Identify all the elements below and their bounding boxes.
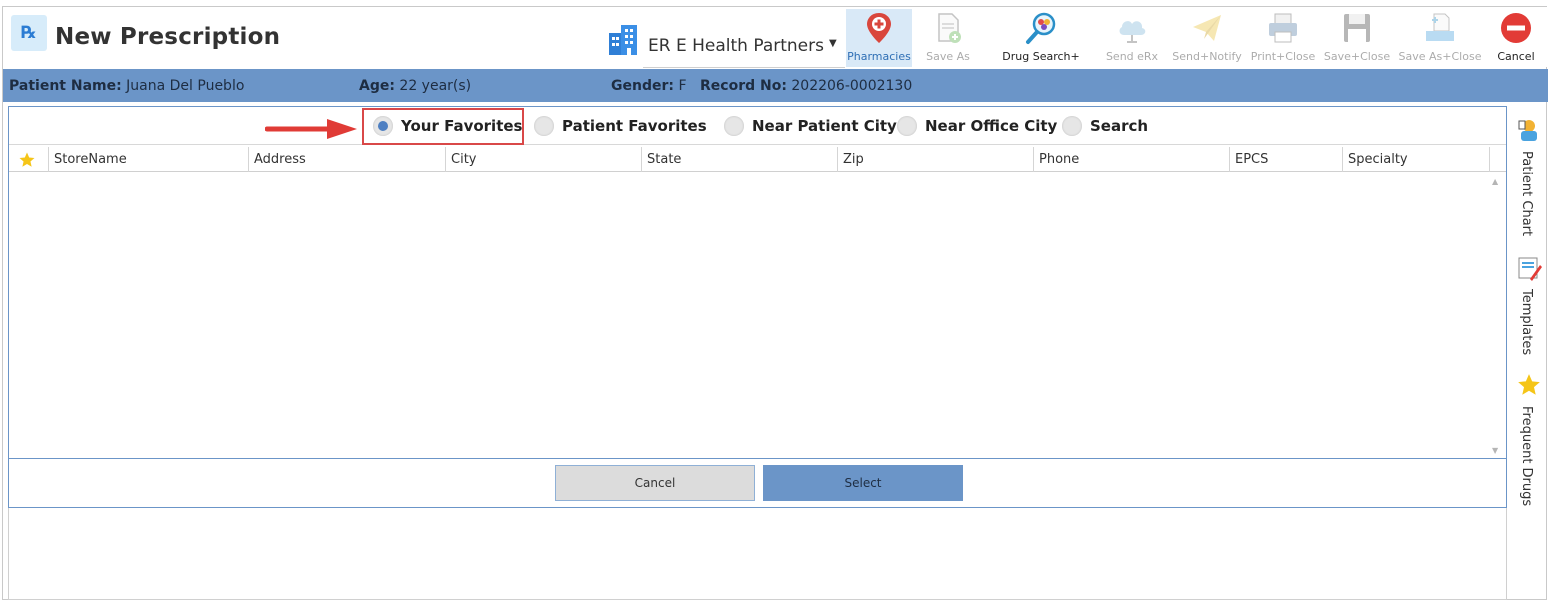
patient-info-bar: Patient Name: Juana Del Pueblo Age: 22 y… (3, 69, 1548, 102)
select-button[interactable]: Select (763, 465, 963, 501)
send-erx-button[interactable]: Send eRx (1103, 9, 1161, 67)
patient-record: Record No: 202206-0002130 (700, 78, 913, 94)
paper-plane-icon (1193, 15, 1221, 41)
save-as-button[interactable]: Save As (917, 9, 979, 67)
patient-gender: Gender: F (611, 78, 687, 94)
title-bar: ℞ New Prescription ER E Health Partners … (3, 7, 1548, 68)
red-arrow-annotation (265, 119, 357, 139)
templates-icon (1518, 257, 1542, 281)
cloud-icon (1119, 21, 1146, 43)
location-name: ER E Health Partners (648, 36, 824, 56)
column-header-state[interactable]: State (642, 147, 838, 172)
radio-dot (373, 116, 393, 136)
side-tab-frequent-drugs[interactable]: Frequent Drugs (1511, 372, 1547, 507)
scroll-up-icon[interactable]: ▲ (1492, 177, 1498, 186)
floppy-disk-icon (1344, 14, 1370, 42)
rx-icon: ℞ (11, 15, 47, 51)
printer-icon (1269, 13, 1297, 43)
column-header-address[interactable]: Address (249, 147, 446, 172)
filter-radio-group: Your Favorites Patient Favorites Near Pa… (9, 107, 1506, 145)
drug-search-button[interactable]: Drug Search+ (997, 9, 1085, 67)
location-underline (643, 67, 845, 68)
column-header-phone[interactable]: Phone (1034, 147, 1230, 172)
window-title: New Prescription (55, 24, 281, 50)
print-close-button[interactable]: Print+Close (1247, 9, 1319, 67)
pharmacy-grid-body[interactable] (9, 173, 1506, 457)
side-tab-patient-chart[interactable]: Patient Chart (1511, 117, 1547, 237)
footer-divider (9, 458, 1506, 459)
column-header-storename[interactable]: StoreName (49, 147, 249, 172)
vertical-scrollbar[interactable]: ▲ ▼ (1490, 173, 1505, 457)
lower-empty-area (8, 508, 1507, 600)
pharmacy-panel: Your Favorites Patient Favorites Near Pa… (8, 106, 1507, 508)
patient-name: Patient Name: Juana Del Pueblo (9, 78, 245, 94)
column-header-specialty[interactable]: Specialty (1343, 147, 1490, 172)
favorite-column-header[interactable] (9, 147, 49, 172)
cancel-icon (1501, 13, 1531, 43)
column-header-zip[interactable]: Zip (838, 147, 1034, 172)
column-header-city[interactable]: City (446, 147, 642, 172)
radio-dot (534, 116, 554, 136)
star-icon (1518, 374, 1540, 395)
building-icon (609, 25, 637, 55)
save-close-button[interactable]: Save+Close (1322, 9, 1392, 67)
patient-chart-icon (1518, 120, 1537, 141)
radio-dot (897, 116, 917, 136)
magnifier-pills-icon (1026, 12, 1056, 44)
grid-header: StoreName Address City State Zip Phone E… (9, 147, 1506, 172)
patient-age: Age: 22 year(s) (359, 78, 472, 94)
document-add-icon (938, 13, 961, 43)
star-icon (19, 152, 35, 167)
prescription-window: ℞ New Prescription ER E Health Partners … (2, 6, 1548, 600)
radio-dot (1062, 116, 1082, 136)
side-panel: Patient Chart Templates Frequent Drugs (1511, 107, 1547, 507)
side-tab-templates[interactable]: Templates (1511, 255, 1547, 365)
send-notify-button[interactable]: Send+Notify (1171, 9, 1243, 67)
column-header-epcs[interactable]: EPCS (1230, 147, 1343, 172)
save-as-close-button[interactable]: Save As+Close (1397, 9, 1483, 67)
radio-dot (724, 116, 744, 136)
cancel-button[interactable]: Cancel (555, 465, 755, 501)
map-pin-icon (867, 13, 891, 43)
scroll-down-icon[interactable]: ▼ (1492, 446, 1498, 455)
location-selector[interactable]: ER E Health Partners ▼ (607, 17, 845, 68)
document-tray-icon (1426, 13, 1454, 41)
cancel-toolbar-button[interactable]: Cancel (1493, 9, 1539, 67)
pharmacies-button[interactable]: Pharmacies (846, 9, 912, 67)
chevron-down-icon[interactable]: ▼ (829, 38, 837, 49)
